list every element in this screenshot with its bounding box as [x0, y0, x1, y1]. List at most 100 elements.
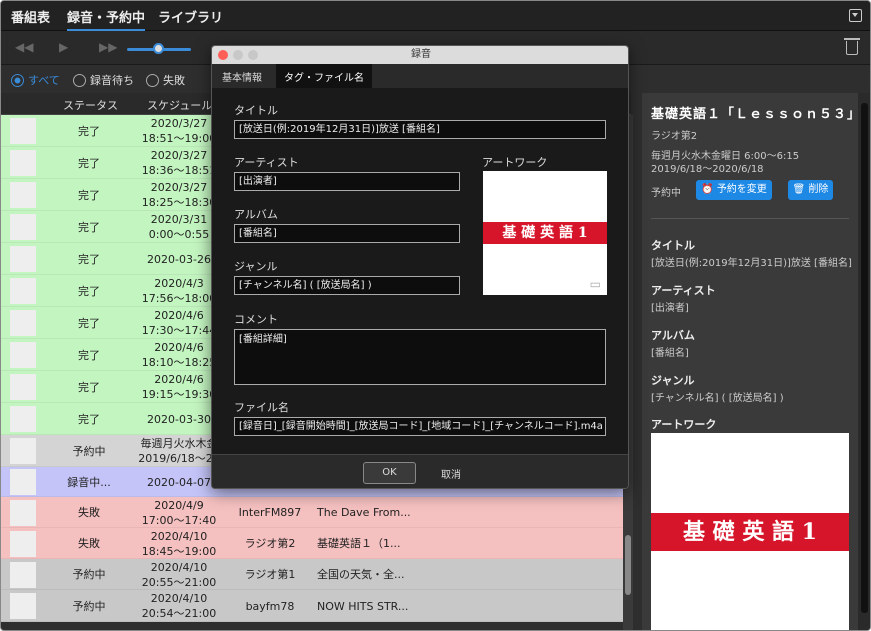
detail-genre-value: [チャンネル名] ( [放送局名] ) — [651, 393, 784, 404]
column-header-schedule[interactable]: スケジュール — [147, 97, 212, 113]
row-program: 全国の天気・全... — [317, 568, 405, 581]
tab-tags-filename[interactable]: タグ・ファイル名 — [276, 64, 372, 88]
table-row[interactable]: 失敗 2020/4/10 18:45〜19:00 ラジオ第2 基礎英語１（1... — [1, 528, 623, 559]
row-schedule: 2020/4/10 20:54〜21:00 — [133, 591, 225, 621]
detail-artist-value: [出演者] — [651, 303, 689, 314]
filter-all[interactable]: すべて — [11, 72, 60, 88]
row-status: 予約中 — [72, 568, 106, 581]
app-window: 番組表 録音・予約中 ライブラリ ◀◀ ▶ ▶▶ すべて 録音待ち 失敗 ステー… — [0, 0, 871, 631]
dropdown-menu-icon[interactable] — [849, 9, 862, 22]
row-program: NOW HITS STR... — [317, 599, 409, 613]
row-station: ラジオ第2 — [244, 537, 296, 550]
fast-forward-icon[interactable]: ▶▶ — [99, 40, 117, 54]
filter-failed[interactable]: 失敗 — [146, 72, 185, 88]
program-thumbnail — [10, 593, 36, 619]
filter-waiting[interactable]: 録音待ち — [73, 72, 134, 88]
row-status: 完了 — [78, 188, 100, 202]
artwork-logo-band: 基 礎 英 語 1 — [651, 513, 849, 551]
artwork-logo-band: 基 礎 英 語 1 — [483, 222, 607, 244]
filename-field-label: ファイル名 — [234, 401, 289, 414]
genre-input[interactable]: [チャンネル名] ( [放送局名] ) — [234, 276, 460, 295]
row-status: 完了 — [78, 252, 100, 266]
tab-basic-info[interactable]: 基本情報 — [222, 69, 262, 84]
schedule-line-2: 20:54〜21:00 — [141, 607, 217, 620]
radio-icon — [11, 73, 24, 87]
row-status: 録音中... — [67, 475, 111, 489]
row-program: The Dave From... — [317, 506, 411, 519]
detail-panel: 基礎英語１「Ｌｅｓｓｏｎ５３」 ラジオ第2 毎週月火水木金曜日 6:00〜6:1… — [642, 93, 860, 630]
detail-station: ラジオ第2 — [651, 131, 698, 142]
dialog-footer: OK 取消 — [212, 454, 628, 488]
table-row[interactable]: 失敗 2020/4/9 17:00〜17:40 InterFM897 The Dave … — [1, 497, 623, 528]
rewind-icon[interactable]: ◀◀ — [15, 40, 33, 54]
tab-recording-reserved[interactable]: 録音・予約中 — [67, 7, 146, 32]
program-thumbnail — [10, 342, 36, 368]
zoom-window-icon[interactable] — [248, 50, 258, 60]
schedule-line-1: 2020/4/10 — [150, 592, 208, 605]
program-thumbnail — [10, 118, 36, 144]
program-thumbnail — [10, 150, 36, 176]
comment-textarea[interactable]: [番組詳細] — [234, 329, 606, 385]
detail-date-range: 2019/6/18〜2020/6/18 — [651, 164, 764, 175]
top-tab-bar: 番組表 録音・予約中 ライブラリ — [1, 1, 870, 32]
divider — [651, 218, 849, 219]
schedule-line-2: 18:45〜19:00 — [141, 544, 217, 558]
detail-status: 予約中 — [651, 188, 681, 199]
artwork-field-label: アートワーク — [482, 156, 548, 169]
schedule-line-1: 2020/4/9 — [154, 498, 204, 512]
row-status: 完了 — [78, 124, 100, 138]
row-status: 完了 — [78, 284, 100, 298]
program-thumbnail — [10, 561, 36, 588]
detail-title-label: タイトル — [651, 239, 695, 252]
program-thumbnail — [10, 246, 36, 272]
row-schedule: 2020/4/9 17:00〜17:40 — [133, 498, 225, 528]
trash-icon[interactable] — [844, 38, 860, 55]
column-header-status[interactable]: ステータス — [63, 97, 118, 113]
row-status: 完了 — [78, 220, 100, 234]
album-input[interactable]: [番組名] — [234, 224, 460, 243]
dialog-title: 録音 — [411, 49, 431, 60]
row-status: 完了 — [78, 156, 100, 170]
row-station: InterFM897 — [238, 506, 302, 519]
dialog-titlebar: 録音 — [212, 46, 628, 64]
radio-icon — [146, 73, 159, 87]
title-field-label: タイトル — [234, 104, 278, 117]
table-row[interactable]: 予約中 2020/4/10 20:54〜21:00 bayfm78 NOW HITS S… — [1, 590, 623, 622]
cancel-button[interactable]: 取消 — [441, 466, 461, 481]
row-station: ラジオ第1 — [244, 568, 296, 581]
schedule-line-1: 2020/4/10 — [150, 529, 208, 543]
dialog-tabs: 基本情報 タグ・ファイル名 — [212, 64, 628, 88]
detail-artist-label: アーティスト — [651, 284, 716, 297]
row-status: 完了 — [78, 380, 100, 394]
program-thumbnail — [10, 530, 36, 557]
close-window-icon[interactable] — [218, 50, 228, 60]
detail-scrollbar[interactable] — [858, 93, 870, 630]
detail-album-value: [番組名] — [651, 348, 689, 359]
volume-slider-knob[interactable] — [153, 43, 164, 54]
play-icon[interactable]: ▶ — [59, 40, 68, 54]
filename-input[interactable]: [録音日]_[録音開始時間]_[放送局コード]_[地域コード]_[チャンネルコー… — [234, 417, 606, 436]
change-reservation-button[interactable]: ⏰ 予約を変更 — [696, 180, 772, 200]
row-schedule: 2020/4/10 18:45〜19:00 — [133, 529, 225, 559]
scrollbar-knob[interactable] — [625, 535, 631, 595]
program-thumbnail — [10, 406, 36, 432]
table-row[interactable]: 予約中 2020/4/10 20:55〜21:00 ラジオ第1 全国の天気・全... — [1, 559, 623, 590]
tab-library[interactable]: ライブラリ — [158, 7, 223, 26]
row-status: 予約中 — [72, 444, 106, 458]
ok-button[interactable]: OK — [363, 462, 416, 484]
program-thumbnail — [10, 438, 36, 464]
row-status: 完了 — [78, 412, 100, 426]
genre-field-label: ジャンル — [234, 260, 278, 273]
tab-program-guide[interactable]: 番組表 — [11, 7, 50, 26]
schedule-line-1: 2020/4/10 — [150, 560, 208, 574]
comment-field-label: コメント — [234, 313, 278, 326]
detail-artwork-label: アートワーク — [651, 418, 717, 431]
row-station: bayfm78 — [245, 599, 295, 613]
scrollbar-knob[interactable] — [861, 103, 868, 613]
artist-input[interactable]: [出演者] — [234, 172, 460, 191]
detail-title-value: [放送日(例:2019年12月31日)]放送 [番組名] — [651, 258, 852, 269]
title-input[interactable]: [放送日(例:2019年12月31日)]放送 [番組名] — [234, 120, 606, 139]
artwork-drop-area[interactable]: 基 礎 英 語 1 ▭ — [483, 171, 607, 295]
minimize-window-icon[interactable] — [233, 50, 243, 60]
delete-button[interactable]: 🗑 削除 — [788, 180, 833, 200]
